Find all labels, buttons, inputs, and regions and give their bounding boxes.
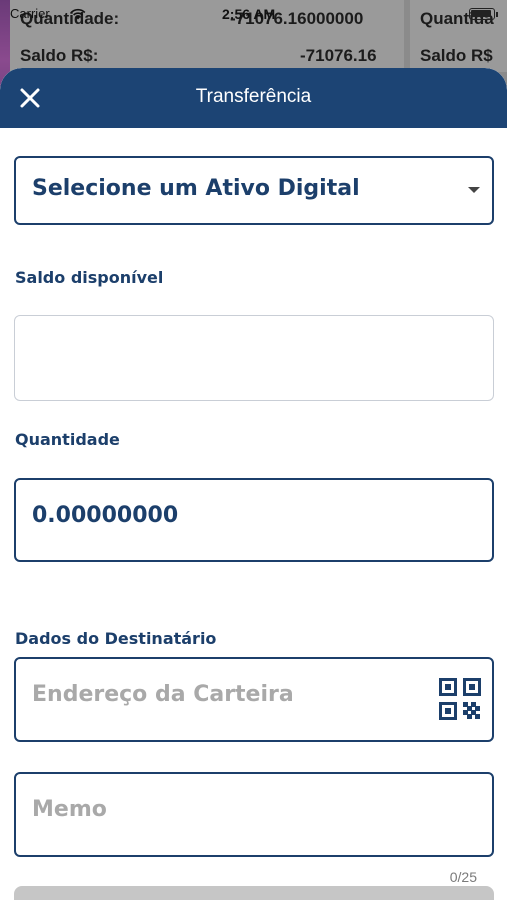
balance-label: Saldo disponível [15,268,164,287]
recipient-label: Dados do Destinatário [15,629,217,648]
quantity-input[interactable]: 0.00000000 [14,478,494,562]
chevron-down-icon [468,187,480,193]
memo-input[interactable]: Memo [14,772,494,857]
wifi-icon [70,8,86,20]
wallet-address-input[interactable]: Endereço da Carteira [14,657,494,742]
status-bar: Carrier 2:56 AM [0,6,507,24]
asset-select[interactable]: Selecione um Ativo Digital [14,156,494,225]
bg-right-balance-label: Saldo R$ [420,46,493,65]
asset-select-value: Selecione um Ativo Digital [32,176,360,201]
memo-placeholder: Memo [32,797,107,822]
quantity-label: Quantidade [15,430,120,449]
memo-character-counter: 0/25 [449,869,477,885]
sheet-header: Transferência [0,68,507,128]
battery-icon [469,8,498,20]
status-time: 2:56 AM [222,6,276,22]
bg-balance-value: -71076.16 [300,46,377,65]
transfer-screen: Quantidade: -71076.16000000 Saldo R$: -7… [0,0,507,900]
wallet-address-placeholder: Endereço da Carteira [32,682,294,707]
carrier-label: Carrier [10,6,50,21]
quantity-value: 0.00000000 [32,503,179,528]
qr-code-icon[interactable] [439,678,481,720]
bg-balance-label: Saldo R$: [20,46,99,65]
balance-field [14,315,494,401]
page-title: Transferência [195,86,312,107]
submit-button[interactable] [14,886,494,900]
